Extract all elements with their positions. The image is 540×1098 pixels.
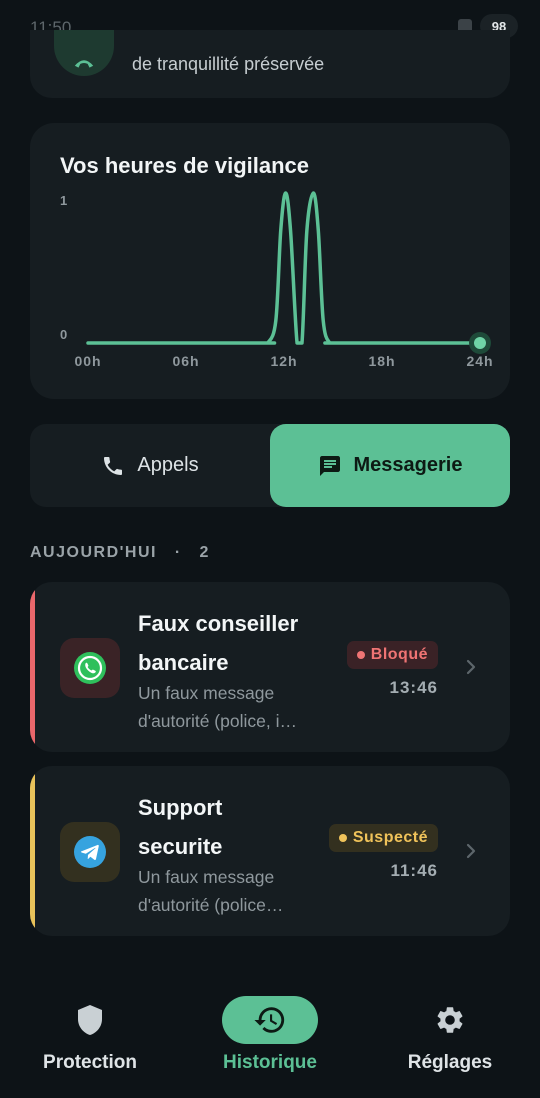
event-time: 13:46 [389,678,438,697]
status-label: Bloqué [370,646,428,663]
tab-messages[interactable]: Messagerie [270,424,510,507]
bottom-nav: Protection Historique Réglages [0,980,540,1098]
x-tick-label: 00h [74,353,101,369]
nav-settings[interactable]: Réglages [360,980,540,1098]
nav-icon-container [42,996,138,1044]
history-icon [254,1007,285,1033]
x-tick-label: 06h [172,353,199,369]
event-card[interactable]: Support securite Un faux message d'autor… [30,766,510,936]
event-description-line: d'autorité (police… [138,895,284,915]
section-header-today: AUJOURD'HUI · 2 [30,544,210,562]
tab-calls-label: Appels [137,454,199,476]
event-card[interactable]: Faux conseiller bancaire Un faux message… [30,582,510,752]
nav-icon-container [222,996,318,1044]
chevron-right-icon [466,843,476,859]
channel-tabs: Appels Messagerie [30,424,510,507]
event-title: Support securite [138,788,328,866]
event-description-line: d'autorité (police, i… [138,711,297,731]
peace-card: de tranquillité préservée [30,30,510,98]
status-dot [356,651,365,659]
telegram-icon [60,822,120,882]
tab-messages-label: Messagerie [353,454,463,476]
vigilance-chart: 1 0 00h 06h 12h 18h 24h [60,191,493,369]
event-title-line: Faux conseiller [138,611,299,636]
tab-calls[interactable]: Appels [30,424,270,507]
event-title-line: securite [138,834,223,859]
event-description-line: Un faux message [138,683,275,703]
nav-label: Réglages [407,1052,493,1073]
y-tick-1: 1 [60,193,67,208]
event-accent-bar [30,582,35,752]
status-label: Suspecté [352,829,428,846]
event-time: 11:46 [390,861,438,880]
series-line [86,191,482,345]
status-badge: Suspecté [328,824,438,852]
end-marker [474,337,486,349]
vigilance-chart-card: Vos heures de vigilance 1 0 00h 06h 12h 18h… [30,123,510,399]
phone-icon [104,456,123,475]
section-count: 2 [199,544,210,561]
x-tick-label: 24h [466,353,493,369]
x-axis-ticks: 00h 06h 12h 18h 24h [74,353,493,369]
status-badge: Bloqué [346,641,438,669]
peace-card-subtitle: de tranquillité préservée [132,54,325,74]
event-title: Faux conseiller bancaire [138,604,328,682]
nav-icon-container [402,996,498,1044]
x-tick-label: 18h [368,353,395,369]
phone-icon [54,30,114,76]
nav-label: Protection [43,1052,137,1073]
nav-history[interactable]: Historique [180,980,360,1098]
gear-icon [437,1007,463,1033]
nav-label: Historique [223,1052,317,1073]
y-tick-0: 0 [60,327,67,342]
nav-protection[interactable]: Protection [0,980,180,1098]
x-tick-label: 12h [270,353,297,369]
shield-icon [78,1005,102,1035]
event-accent-bar [30,766,35,936]
event-title-line: Support [138,795,223,820]
event-description-line: Un faux message [138,867,275,887]
chevron-right-icon [466,659,476,675]
whatsapp-icon [60,638,120,698]
event-description: Un faux message d'autorité (police, i… [138,679,328,735]
section-separator: · [174,544,182,561]
event-title-line: bancaire [138,650,229,675]
message-icon [319,455,340,476]
section-label: AUJOURD'HUI [30,544,157,561]
status-dot [338,834,347,842]
event-description: Un faux message d'autorité (police… [138,863,328,919]
